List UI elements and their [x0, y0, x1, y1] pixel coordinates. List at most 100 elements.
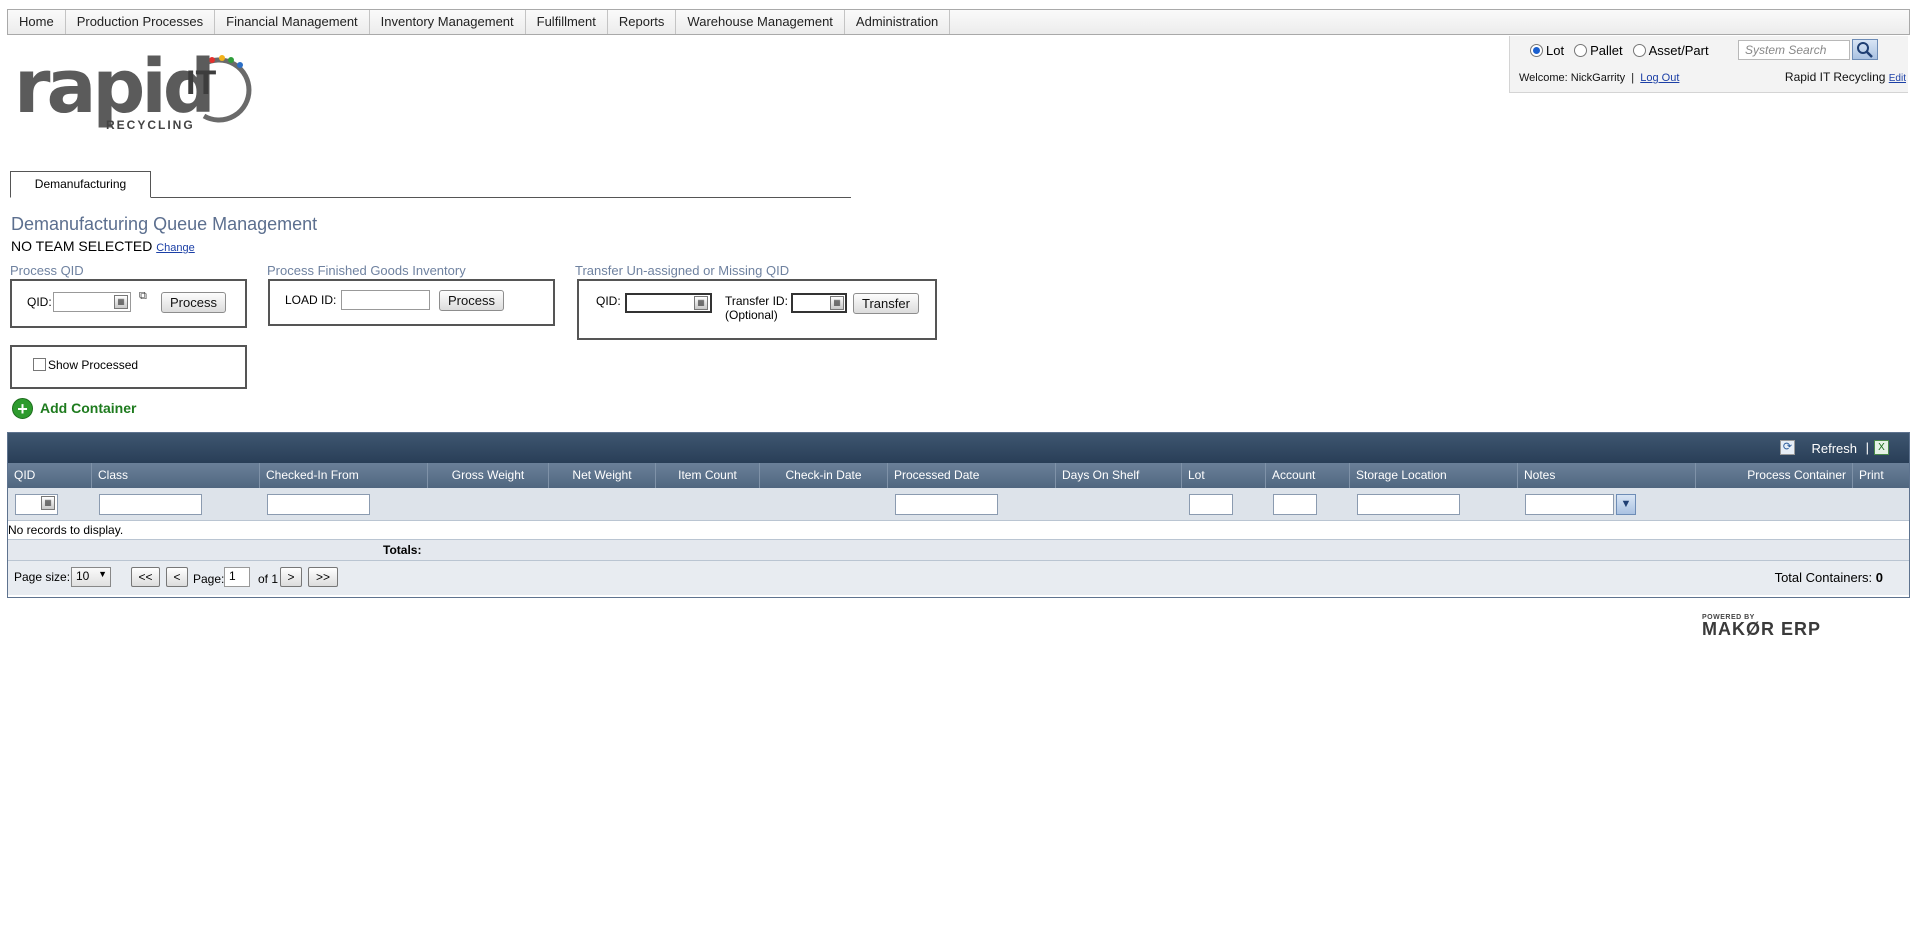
nav-fulfillment[interactable]: Fulfillment: [526, 10, 608, 34]
nav-home[interactable]: Home: [8, 10, 66, 34]
show-processed-label: Show Processed: [48, 358, 139, 372]
radio-pallet-label: Pallet: [1590, 43, 1623, 58]
radio-pallet-button[interactable]: [1574, 44, 1588, 57]
command-separator: |: [1865, 440, 1869, 455]
filter-lot[interactable]: [1189, 494, 1233, 515]
total-containers-label: Total Containers:: [1774, 570, 1873, 585]
process-qid-title: Process QID: [10, 263, 84, 278]
radio-pallet[interactable]: Pallet: [1574, 43, 1623, 58]
load-id-label: LOAD ID:: [285, 293, 337, 307]
logout-link[interactable]: Log Out: [1640, 72, 1679, 84]
transfer-title: Transfer Un-assigned or Missing QID: [575, 263, 790, 278]
team-status-text: NO TEAM SELECTED: [11, 238, 153, 254]
page-of-label: of 1: [258, 572, 279, 586]
system-search-button[interactable]: [1852, 39, 1878, 60]
grid-totals-row: Totals:: [8, 540, 1909, 561]
company-name-text: Rapid IT Recycling: [1784, 70, 1886, 84]
nav-production-processes[interactable]: Production Processes: [66, 10, 216, 34]
process-qid-label: QID:: [27, 295, 52, 309]
first-page-button[interactable]: <<: [131, 567, 160, 587]
transfer-id-lookup-icon[interactable]: ▦: [830, 296, 844, 310]
finished-goods-title: Process Finished Goods Inventory: [267, 263, 466, 278]
powered-by-brand: MAKØR ERP: [1702, 619, 1822, 639]
nav-inventory-management[interactable]: Inventory Management: [370, 10, 526, 34]
transfer-qid-lookup-icon[interactable]: ▦: [694, 296, 708, 310]
logo-it: IT: [186, 64, 217, 102]
filter-class[interactable]: [99, 494, 202, 515]
col-check-in-date[interactable]: Check-in Date: [760, 463, 888, 488]
company-logo: rapid IT RECYCLING: [14, 48, 254, 134]
page-number-input[interactable]: 1: [224, 567, 250, 587]
radio-lot-button[interactable]: [1530, 44, 1543, 57]
col-notes[interactable]: Notes: [1518, 463, 1696, 488]
prev-page-button[interactable]: <: [166, 567, 188, 587]
filter-storage-location[interactable]: [1357, 494, 1460, 515]
refresh-icon[interactable]: ⟳: [1780, 440, 1795, 455]
col-net-weight[interactable]: Net Weight: [549, 463, 656, 488]
nav-administration[interactable]: Administration: [845, 10, 951, 34]
popout-icon[interactable]: ⧉: [139, 290, 147, 303]
change-team-link[interactable]: Change: [156, 242, 195, 254]
top-nav: Home Production Processes Financial Mana…: [7, 9, 1910, 35]
radio-lot[interactable]: Lot: [1530, 43, 1564, 58]
show-processed-box: Show Processed: [10, 345, 247, 389]
qid-lookup-icon[interactable]: ▦: [114, 295, 128, 309]
radio-asset-part-label: Asset/Part: [1648, 43, 1709, 58]
radio-lot-label: Lot: [1546, 43, 1565, 58]
col-process-container[interactable]: Process Container: [1696, 463, 1853, 488]
add-container-button[interactable]: Add Container: [40, 400, 136, 416]
next-page-button[interactable]: >: [280, 567, 302, 587]
page-size-select[interactable]: 10 ▼: [71, 567, 111, 587]
welcome-separator: |: [1631, 72, 1635, 84]
welcome-user: Welcome: NickGarrity: [1519, 72, 1626, 84]
col-class[interactable]: Class: [92, 463, 260, 488]
radio-asset-part-button[interactable]: [1632, 44, 1646, 57]
col-account[interactable]: Account: [1266, 463, 1350, 488]
process-qid-button[interactable]: Process: [161, 292, 226, 313]
total-containers-value: 0: [1875, 570, 1883, 585]
system-search-input[interactable]: System Search: [1738, 40, 1850, 60]
nav-reports[interactable]: Reports: [608, 10, 677, 34]
filter-notes[interactable]: [1525, 494, 1614, 515]
process-load-button[interactable]: Process: [439, 290, 504, 311]
col-qid[interactable]: QID: [8, 463, 92, 488]
search-icon: [1857, 42, 1873, 58]
filter-icon[interactable]: ▼: [1616, 494, 1636, 515]
col-checked-in-from[interactable]: Checked-In From: [260, 463, 428, 488]
add-container-icon[interactable]: +: [12, 398, 33, 419]
transfer-qid-label: QID:: [596, 294, 621, 308]
filter-checked-in-from[interactable]: [267, 494, 370, 515]
total-containers: Total Containers: 0: [1775, 570, 1883, 585]
chevron-down-icon: ▼: [98, 569, 107, 579]
show-processed-checkbox[interactable]: [33, 358, 46, 371]
tab-demanufacturing[interactable]: Demanufacturing: [10, 171, 151, 198]
load-id-input[interactable]: [341, 290, 430, 310]
transfer-button[interactable]: Transfer: [853, 293, 919, 314]
col-processed-date[interactable]: Processed Date: [888, 463, 1056, 488]
filter-qid-lookup-icon[interactable]: ▦: [41, 496, 55, 510]
page-title: Demanufacturing Queue Management: [11, 214, 318, 234]
transfer-id-optional: (Optional): [725, 308, 778, 322]
col-storage-location[interactable]: Storage Location: [1350, 463, 1518, 488]
export-excel-icon[interactable]: X: [1874, 440, 1889, 455]
no-records-message: No records to display.: [8, 521, 1909, 540]
last-page-button[interactable]: >>: [308, 567, 338, 587]
company-edit-link[interactable]: Edit: [1889, 73, 1906, 84]
refresh-button[interactable]: Refresh: [1811, 441, 1857, 456]
system-search-panel: Lot Pallet Asset/Part System Search Welc…: [1509, 36, 1908, 93]
page-size-value: 10: [76, 569, 90, 583]
filter-processed-date[interactable]: [895, 494, 998, 515]
filter-account[interactable]: [1273, 494, 1317, 515]
col-lot[interactable]: Lot: [1182, 463, 1266, 488]
col-print[interactable]: Print: [1853, 463, 1909, 488]
grid-header-row: QID Class Checked-In From Gross Weight N…: [8, 463, 1909, 488]
col-item-count[interactable]: Item Count: [656, 463, 760, 488]
nav-financial-management[interactable]: Financial Management: [215, 10, 370, 34]
nav-warehouse-management[interactable]: Warehouse Management: [676, 10, 845, 34]
team-status: NO TEAM SELECTED Change: [11, 238, 195, 254]
col-gross-weight[interactable]: Gross Weight: [428, 463, 549, 488]
logo-word: rapid: [14, 44, 216, 130]
welcome-text: Welcome: NickGarrity | Log Out: [1519, 72, 1679, 84]
col-days-on-shelf[interactable]: Days On Shelf: [1056, 463, 1182, 488]
radio-asset-part[interactable]: Asset/Part: [1632, 43, 1709, 58]
